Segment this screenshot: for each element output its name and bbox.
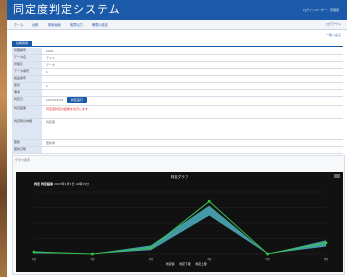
legend-item: 判定下限	[179, 262, 191, 266]
form-row: 管理元 データ	[12, 62, 343, 69]
form-row: 型式 1	[12, 83, 343, 90]
field-label: 管理元	[12, 62, 42, 68]
field-label: 管理番号	[12, 48, 42, 54]
field-label: データ名	[12, 55, 42, 61]
form-row: 判定時の詳細 判定値	[12, 119, 343, 140]
form-row: 製品番号	[12, 76, 343, 83]
chart-point	[324, 241, 328, 245]
menu-item-home[interactable]: ホーム	[14, 22, 23, 27]
chart-band	[34, 205, 326, 254]
field-value: 更新者	[46, 141, 56, 145]
sub-bar: 一覧へ戻る	[7, 30, 347, 38]
chart-menu-icon[interactable]	[334, 174, 340, 178]
form-row: 判定日 2023/01/05 判定実行	[12, 97, 343, 106]
field-label: 更新日時	[12, 147, 42, 153]
field-label: 更新	[12, 140, 42, 146]
field-value: テスト	[46, 56, 56, 60]
chart-info-text: 2023年1月5日 10時15分	[54, 182, 90, 186]
chart-legend: 判定値 判定下限 判定上限	[166, 262, 211, 267]
x-tick-label: 2回	[90, 257, 95, 261]
menu-bar: ホーム 台帳 検索画面 帳票出力 権限の設定 ログアウト	[7, 20, 347, 30]
menu-item-ledger[interactable]: 台帳	[32, 22, 38, 27]
field-label: 判定時の詳細	[12, 119, 42, 139]
field-value: データ	[46, 63, 56, 67]
form-row: データ番号 1	[12, 69, 343, 76]
chart-point	[266, 252, 269, 256]
field-value: 判定値	[46, 120, 56, 124]
field-label: 製品番号	[12, 76, 42, 82]
legend-item: 判定値	[166, 262, 175, 266]
legend-item: 判定上限	[195, 262, 207, 266]
field-value: 2023/01/05	[46, 98, 64, 102]
back-link[interactable]: 一覧へ戻る	[326, 33, 341, 37]
x-tick-label: 4回	[207, 257, 212, 261]
chart-point	[32, 250, 36, 254]
chart-point	[149, 246, 153, 250]
run-judgement-button[interactable]: 判定実行	[67, 97, 87, 103]
menu-item-report[interactable]: 帳票出力	[70, 22, 83, 27]
menu-item-search[interactable]: 検索画面	[48, 22, 61, 27]
chart-info: 判定 判定結果 2023年1月5日 10時15分	[34, 182, 89, 186]
field-value: 0001	[46, 49, 54, 53]
chart-panel-header: グラフ表示	[15, 158, 31, 162]
chart-area: 1回 2回 3回 4回 5回 6回 判定グラフ 判定 判定結果 2023年1月5日 10時…	[16, 172, 343, 272]
section-divider	[12, 46, 343, 47]
app-header: 同定度判定システム ログインユーザー：管理者	[7, 0, 347, 20]
field-label: 型式	[12, 83, 42, 89]
chart-point	[91, 252, 94, 256]
app-window: 同定度判定システム ログインユーザー：管理者 ホーム 台帳 検索画面 帳票出力 …	[7, 0, 347, 277]
x-tick-label: 1回	[32, 257, 37, 261]
field-label: 判定結果	[12, 106, 42, 118]
chart-svg: 1回 2回 3回 4回 5回 6回	[32, 191, 329, 261]
field-label: データ番号	[12, 69, 42, 75]
form-row: 管理番号 0001	[12, 48, 343, 55]
header-user: ログインユーザー：管理者	[303, 8, 339, 12]
x-tick-label: 6回	[324, 257, 329, 261]
chart-info-label: 判定 判定結果	[34, 182, 54, 186]
form-row: 更新 更新者	[12, 140, 343, 147]
chart-title: 判定グラフ	[170, 175, 189, 179]
form-row: 備考	[12, 90, 343, 97]
app-title: 同定度判定システム	[13, 3, 121, 16]
chart-point	[207, 199, 211, 203]
field-label: 備考	[12, 90, 42, 96]
field-value: 同定度判定の結果を表示します	[46, 107, 89, 111]
chart-panel: グラフ表示 1回 2回 3回 4回 5回 6回 判定グラフ 判定 判定結果 2023年1月…	[12, 155, 345, 275]
logout-link[interactable]: ログアウト	[326, 22, 341, 26]
x-tick-label: 5回	[266, 257, 271, 261]
field-value: 1	[46, 70, 48, 74]
form-row: 更新日時	[12, 147, 343, 154]
form-row: 判定結果 同定度判定の結果を表示します	[12, 106, 343, 119]
field-value: 1	[46, 84, 48, 88]
x-tick-label: 3回	[149, 257, 154, 261]
form-row: データ名 テスト	[12, 55, 343, 62]
desktop-strip	[0, 0, 7, 277]
field-label: 判定日	[12, 97, 42, 105]
menu-item-permissions[interactable]: 権限の設定	[92, 22, 108, 27]
